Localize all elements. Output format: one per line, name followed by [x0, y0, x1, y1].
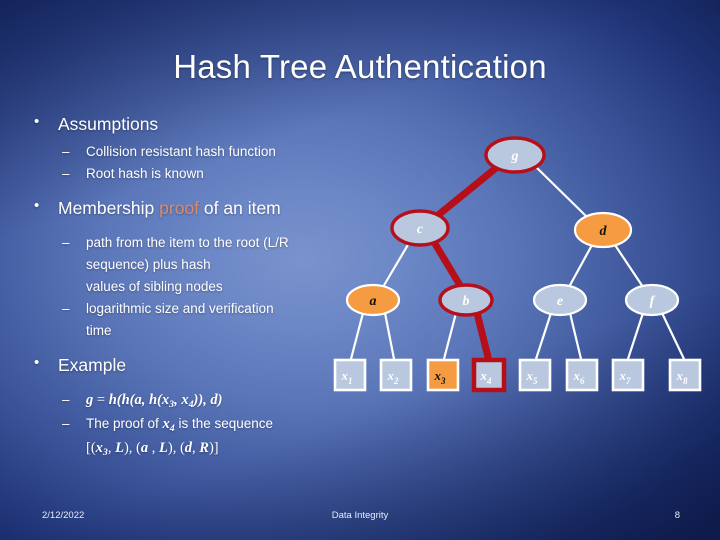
bullet-path-line3: values of sibling nodes [86, 278, 223, 294]
tree-leaf-x8[interactable]: x8 [668, 358, 702, 392]
tree-node-c[interactable]: c [390, 209, 450, 247]
tree-edge-g-c [433, 164, 500, 220]
footer-page-number: 8 [674, 510, 680, 521]
bullet-log-size-line1: logarithmic size and verification [26, 298, 376, 319]
node-shape [390, 209, 450, 247]
tree-leaf-layer: x1 x2 x3 x4 x5 x6 x7 x8 [333, 357, 702, 393]
tree-edge-c-a [382, 242, 410, 288]
page-title: Hash Tree Authentication [173, 48, 547, 85]
node-shape [624, 283, 680, 317]
tree-edge-d-e [568, 244, 593, 288]
tree-leaf-x6[interactable]: x6 [565, 358, 599, 392]
tree-edge-g-d [535, 166, 589, 219]
bullet-path-line1: path from the item to the root (L/R [26, 232, 376, 253]
slide-body: Assumptions Collision resistant hash fun… [26, 111, 376, 461]
tree-edge-e-x6 [568, 312, 583, 360]
tree-edge-c-b [430, 238, 465, 291]
bullet-collision-resistant: Collision resistant hash function [26, 141, 376, 162]
membership-prefix: Membership [58, 197, 160, 218]
tree-node-b[interactable]: b [438, 283, 494, 317]
tree-node-e[interactable]: e [532, 283, 588, 317]
leaf-shape [471, 357, 507, 393]
tree-node-f[interactable]: f [624, 283, 680, 317]
bullet-membership-proof: Membership proof of an item [26, 195, 376, 221]
slide-canvas: Hash Tree Authentication gcdabef x1 x2 x3 x… [0, 0, 720, 540]
bullet-example: Example [26, 352, 376, 378]
tree-node-layer: gc da b e f [345, 136, 680, 317]
tree-edge-b-x4 [473, 309, 492, 361]
leaf-shape [565, 358, 599, 392]
bullet-path-line2: sequence) plus hash [86, 256, 211, 272]
membership-suffix: of an item [199, 197, 281, 218]
leaf-shape [611, 358, 645, 392]
node-shape [573, 211, 633, 249]
tree-leaf-x4[interactable]: x4 [471, 357, 507, 393]
tree-edge-e-x5 [534, 312, 553, 360]
tree-edge-b-x3 [442, 312, 458, 360]
tree-node-g[interactable]: g [484, 136, 546, 174]
tree-leaf-x5[interactable]: x5 [518, 358, 552, 392]
tree-leaf-x3[interactable]: x3 [426, 358, 460, 392]
tree-edge-a-x2 [383, 312, 396, 360]
tree-node-d[interactable]: d [573, 211, 633, 249]
tree-edge-layer [349, 164, 685, 361]
node-shape [438, 283, 494, 317]
node-shape [484, 136, 546, 174]
tree-leaf-x7[interactable]: x7 [611, 358, 645, 392]
tree-leaf-x2[interactable]: x2 [379, 358, 413, 392]
footer-section: Data Integrity [331, 510, 389, 521]
bullet-log-size-line2: time [86, 322, 112, 338]
node-shape [532, 283, 588, 317]
bullet-root-hash-known: Root hash is known [26, 163, 376, 184]
leaf-shape [426, 358, 460, 392]
formula-proof-line1: The proof of x4 is the sequence [26, 413, 376, 436]
bullet-assumptions: Assumptions [26, 111, 376, 137]
membership-accent-word: proof [159, 197, 200, 218]
tree-edge-d-f [614, 244, 644, 288]
formula-proof-line2: [(x3, L), (a , L), (d, R)] [86, 440, 219, 458]
leaf-shape [668, 358, 702, 392]
leaf-shape [379, 358, 413, 392]
leaf-shape [518, 358, 552, 392]
tree-edge-f-x8 [661, 312, 685, 360]
formula-root-hash: g = h(h(a, h(x3, x4)), d) [26, 389, 376, 412]
tree-edge-f-x7 [626, 312, 645, 360]
slide-footer: 2/12/2022 Data Integrity 8 [0, 496, 720, 540]
